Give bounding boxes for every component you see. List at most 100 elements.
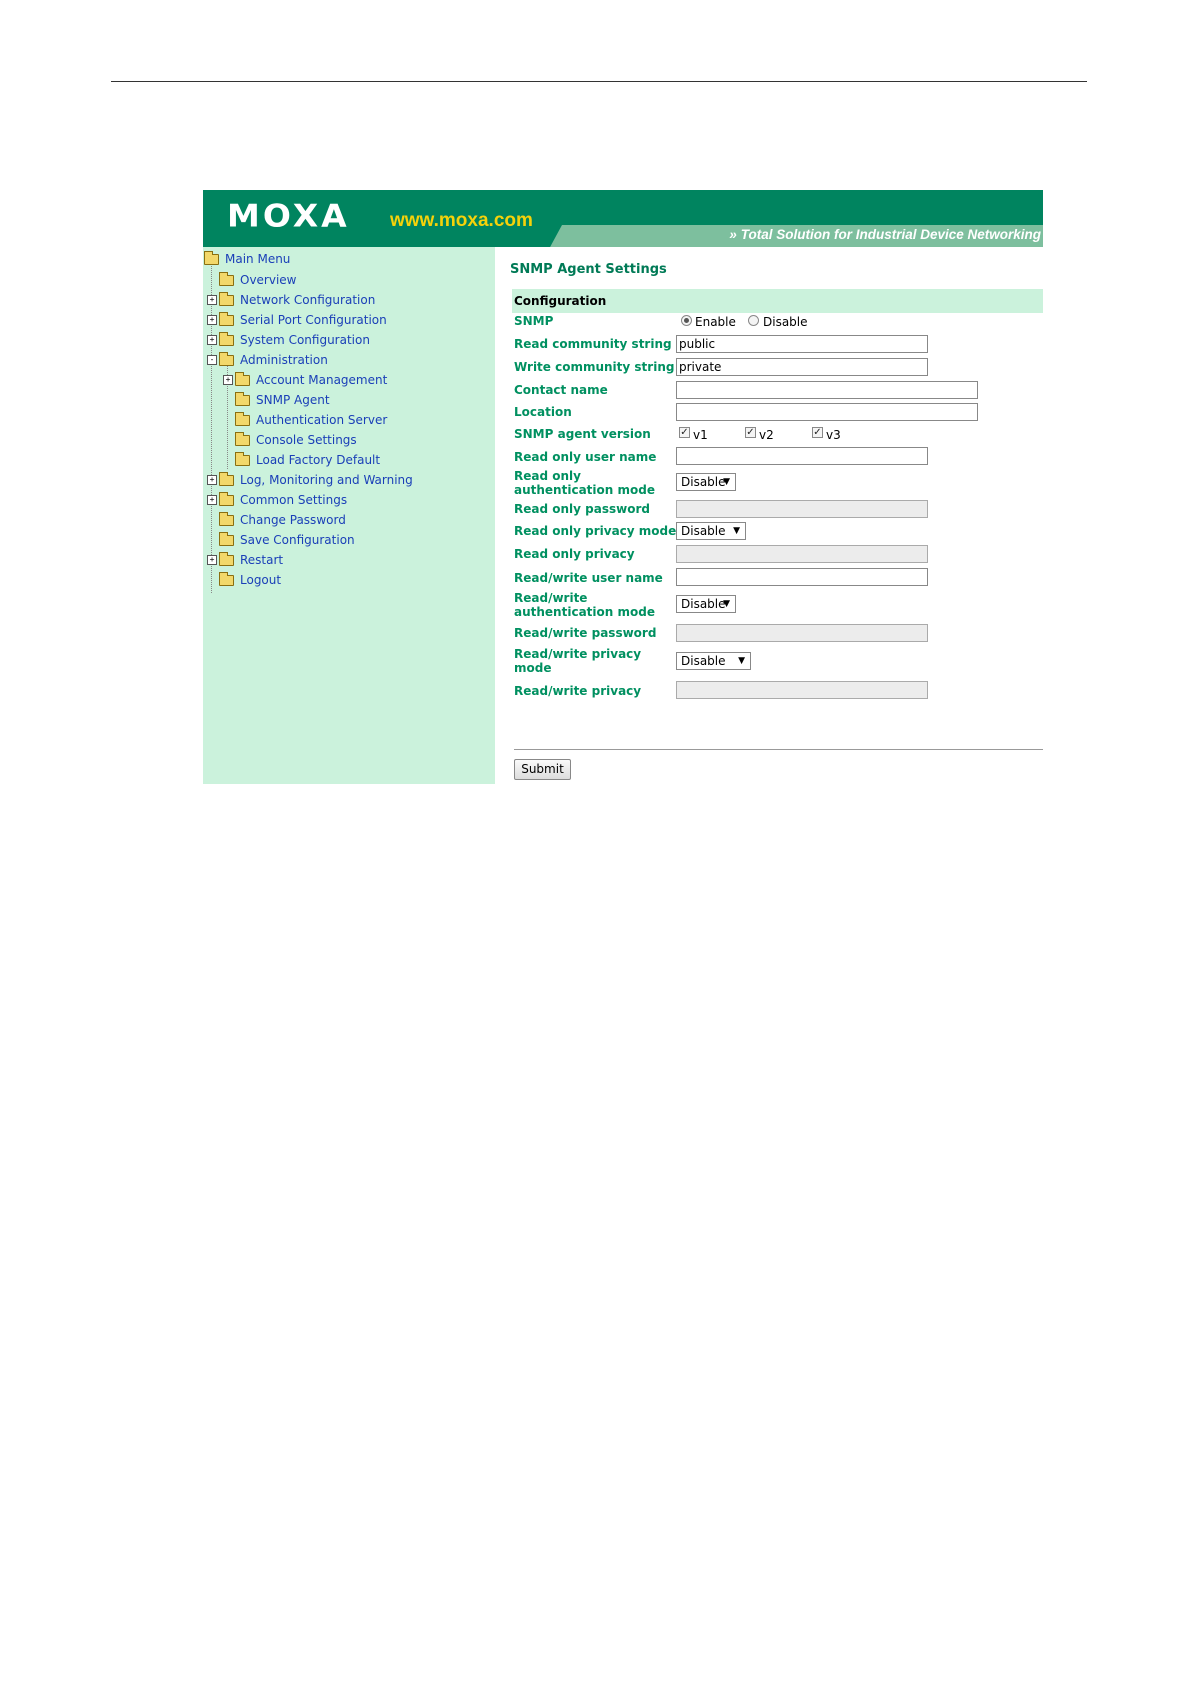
sidebar-item-log-monitoring-warning[interactable]: Log, Monitoring and Warning: [219, 471, 413, 489]
page-top-rule: [111, 81, 1087, 82]
rw-privacy-mode-select[interactable]: Disable ▼: [676, 652, 751, 670]
folder-icon: [219, 291, 234, 306]
snmp-disable-radio[interactable]: [748, 315, 759, 326]
folder-icon: [219, 491, 234, 506]
ro-privacy-label: Read only privacy: [514, 547, 635, 561]
sidebar-item-logout[interactable]: Logout: [219, 571, 281, 589]
label-line: Read/write privacy: [514, 647, 642, 661]
web-console-frame: MOXA www.moxa.com » Total Solution for In…: [203, 190, 1043, 784]
snmp-enable-radio[interactable]: [681, 315, 692, 326]
open-folder-icon: [204, 250, 219, 265]
sidebar-item-label: Serial Port Configuration: [240, 313, 387, 327]
v1-checkbox[interactable]: ✓: [679, 427, 690, 438]
v3-label: v3: [826, 428, 841, 442]
expand-plus-icon[interactable]: +: [207, 475, 217, 485]
sidebar-item-label: Network Configuration: [240, 293, 376, 307]
folder-icon: [235, 391, 250, 406]
sidebar-item-label: SNMP Agent: [256, 393, 330, 407]
sidebar-item-system-configuration[interactable]: System Configuration: [219, 331, 370, 349]
sidebar-item-common-settings[interactable]: Common Settings: [219, 491, 347, 509]
folder-icon: [219, 471, 234, 486]
tagline-text: Total Solution for Industrial Device Net…: [740, 227, 1041, 242]
expand-plus-icon[interactable]: +: [207, 495, 217, 505]
expand-plus-icon[interactable]: +: [207, 335, 217, 345]
sidebar-item-label: Log, Monitoring and Warning: [240, 473, 413, 487]
label-line: mode: [514, 661, 552, 675]
contact-name-input[interactable]: [676, 381, 978, 399]
folder-icon: [219, 571, 234, 586]
folder-icon: [235, 431, 250, 446]
folder-icon: [219, 311, 234, 326]
double-chevron-icon: »: [729, 227, 737, 242]
write-community-input[interactable]: private: [676, 358, 928, 376]
sidebar-item-administration[interactable]: Administration: [219, 351, 328, 369]
sidebar-item-label: Change Password: [240, 513, 346, 527]
ro-auth-mode-select[interactable]: Disable ▼: [676, 473, 736, 491]
location-input[interactable]: [676, 403, 978, 421]
rw-user-input[interactable]: [676, 568, 928, 586]
ro-privacy-mode-label: Read only privacy mode: [514, 524, 677, 538]
submit-button[interactable]: Submit: [514, 759, 571, 780]
folder-icon: [219, 511, 234, 526]
sidebar-item-network-configuration[interactable]: Network Configuration: [219, 291, 375, 309]
ro-password-input[interactable]: [676, 500, 928, 518]
sidebar-item-overview[interactable]: Overview: [219, 271, 297, 289]
sidebar-item-label: Load Factory Default: [256, 453, 381, 467]
snmp-label: SNMP: [514, 314, 554, 328]
sidebar-item-label: Common Settings: [240, 493, 348, 507]
sidebar-item-account-management[interactable]: Account Management: [235, 371, 387, 389]
read-community-input[interactable]: public: [676, 335, 928, 353]
folder-icon: [235, 451, 250, 466]
tagline: » Total Solution for Industrial Device Ne…: [729, 227, 1041, 242]
header-banner: MOXA www.moxa.com » Total Solution for In…: [203, 190, 1043, 247]
v1-label: v1: [693, 428, 708, 442]
sidebar-item-console-settings[interactable]: Console Settings: [235, 431, 357, 449]
sidebar-item-label: Logout: [240, 573, 282, 587]
rw-privacy-mode-label: Read/write privacy mode: [514, 647, 641, 675]
sidebar-item-serial-port-configuration[interactable]: Serial Port Configuration: [219, 311, 387, 329]
sidebar-item-save-configuration[interactable]: Save Configuration: [219, 531, 355, 549]
ro-privacy-mode-select[interactable]: Disable ▼: [676, 522, 746, 540]
folder-icon: [235, 371, 250, 386]
snmp-enable-label: Enable: [695, 315, 736, 329]
ro-privacy-input[interactable]: [676, 545, 928, 563]
agent-version-label: SNMP agent version: [514, 427, 651, 441]
section-header: Configuration: [512, 289, 1043, 313]
sidebar-item-snmp-agent[interactable]: SNMP Agent: [235, 391, 330, 409]
folder-icon: [235, 411, 250, 426]
collapse-minus-icon[interactable]: -: [207, 355, 217, 365]
expand-plus-icon[interactable]: +: [207, 295, 217, 305]
sidebar-item-load-factory-default[interactable]: Load Factory Default: [235, 451, 380, 469]
ro-auth-mode-label: Read only authentication mode: [514, 469, 655, 497]
select-value: Disable: [681, 475, 726, 489]
sidebar-item-label: Overview: [240, 273, 297, 287]
select-value: Disable: [681, 654, 726, 668]
rw-password-input[interactable]: [676, 624, 928, 642]
rw-password-label: Read/write password: [514, 626, 657, 640]
form-divider: [514, 749, 1043, 750]
read-community-label: Read community string: [514, 337, 672, 351]
location-label: Location: [514, 405, 572, 419]
select-value: Disable: [681, 524, 726, 538]
sidebar-item-change-password[interactable]: Change Password: [219, 511, 346, 529]
select-value: Disable: [681, 597, 726, 611]
expand-plus-icon[interactable]: +: [207, 555, 217, 565]
expand-plus-icon[interactable]: +: [223, 375, 233, 385]
sidebar-item-label: Administration: [240, 353, 328, 367]
main-content: SNMP Agent Settings Configuration SNMP E…: [495, 247, 1043, 784]
folder-icon: [219, 531, 234, 546]
rw-user-label: Read/write user name: [514, 571, 663, 585]
contact-name-label: Contact name: [514, 383, 608, 397]
tree-line: [211, 260, 212, 593]
rw-privacy-input[interactable]: [676, 681, 928, 699]
v3-checkbox[interactable]: ✓: [812, 427, 823, 438]
sidebar-item-restart[interactable]: Restart: [219, 551, 283, 569]
label-line: authentication mode: [514, 605, 655, 619]
sidebar-item-authentication-server[interactable]: Authentication Server: [235, 411, 387, 429]
dropdown-arrow-icon: ▼: [738, 656, 745, 666]
expand-plus-icon[interactable]: +: [207, 315, 217, 325]
v2-checkbox[interactable]: ✓: [745, 427, 756, 438]
sidebar-item-main-menu[interactable]: Main Menu: [204, 250, 290, 268]
rw-auth-mode-select[interactable]: Disable ▼: [676, 595, 736, 613]
ro-user-input[interactable]: [676, 447, 928, 465]
